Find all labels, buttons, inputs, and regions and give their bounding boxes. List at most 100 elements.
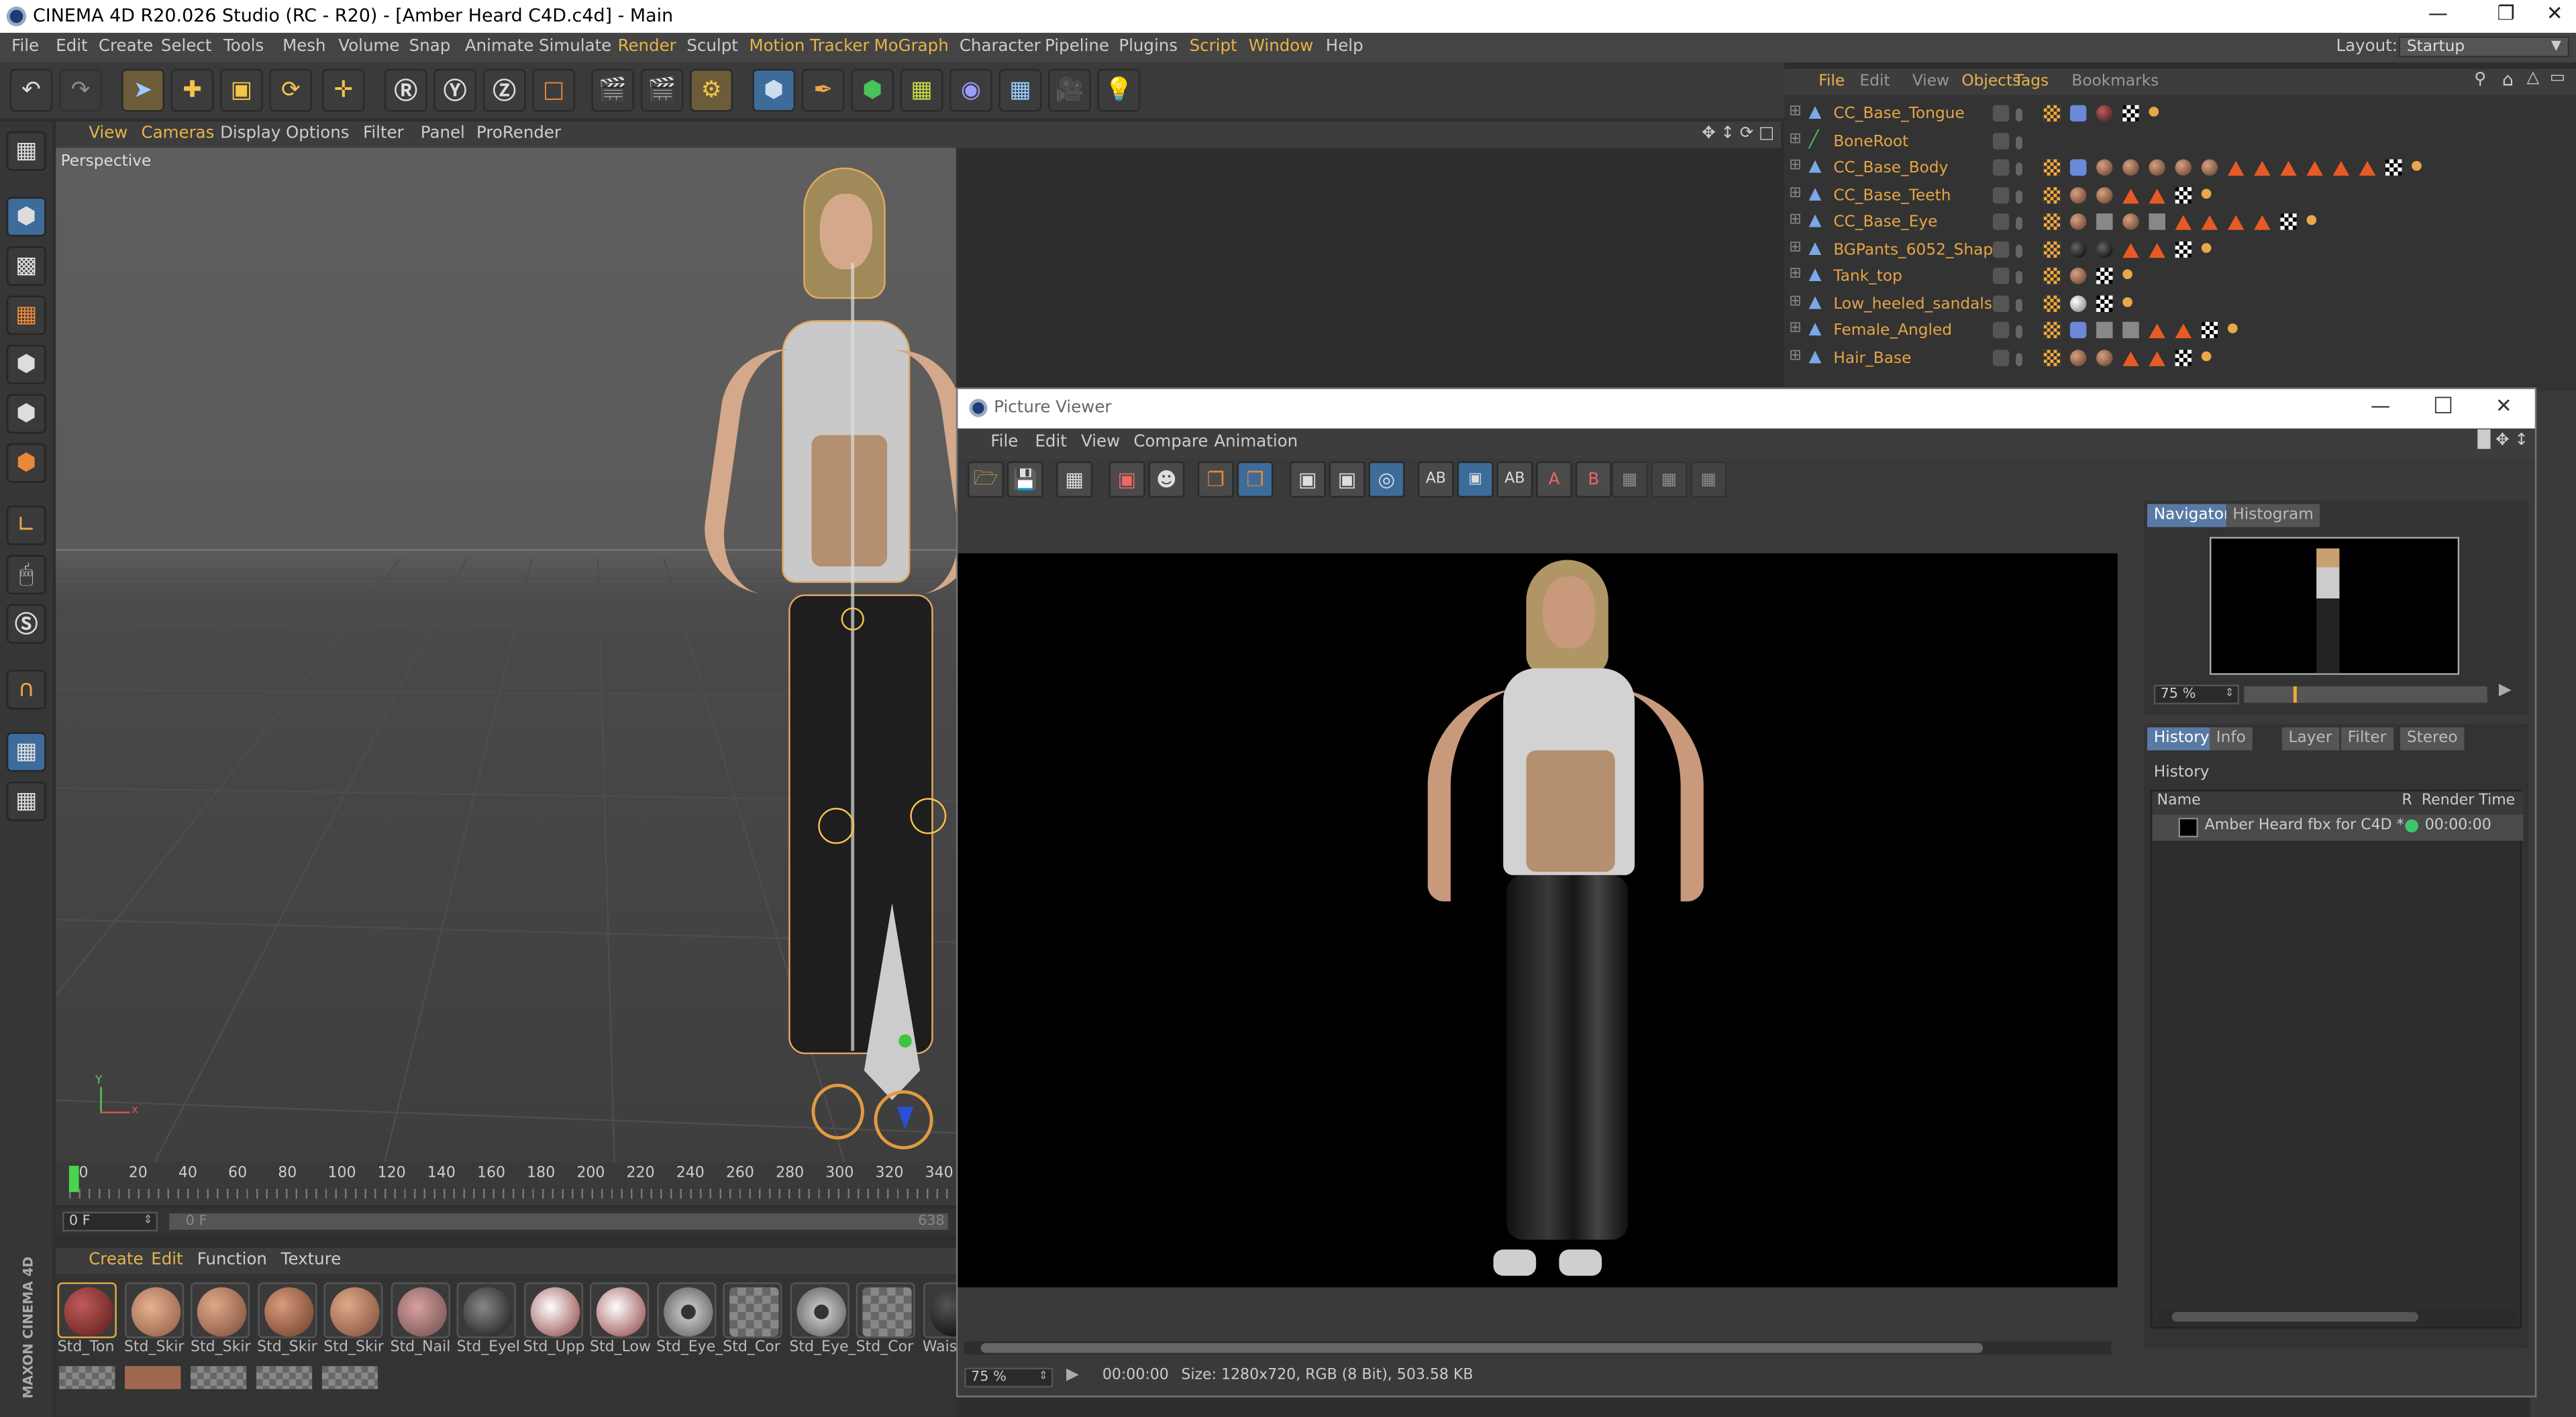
visibility-toggle-icon[interactable] xyxy=(1992,295,2010,311)
object-row[interactable]: ⊞ ▲ Low_heeled_sandals xyxy=(1784,291,2576,317)
tag-chk-icon[interactable] xyxy=(2385,159,2402,176)
col-r[interactable]: R xyxy=(2402,793,2412,809)
ab-swap-button[interactable]: AB xyxy=(1496,461,1533,498)
tag-bone-icon[interactable] xyxy=(2069,159,2087,176)
material-menu-function[interactable]: Function xyxy=(197,1251,267,1269)
pv-menu-file[interactable]: File xyxy=(990,433,1018,452)
compare-button[interactable]: ◎ xyxy=(1368,461,1405,498)
y-axis-button[interactable]: Ⓨ xyxy=(433,68,477,112)
layout-3-button[interactable]: ▦ xyxy=(1690,461,1727,498)
layout-1-button[interactable]: ▦ xyxy=(1611,461,1648,498)
tag-s2-icon[interactable] xyxy=(2069,295,2087,311)
tag-chk-icon[interactable] xyxy=(2096,267,2113,284)
array-button[interactable]: ▦ xyxy=(900,68,943,112)
visibility-toggle-icon[interactable] xyxy=(1992,321,2010,339)
tag-st-icon[interactable] xyxy=(2043,159,2061,176)
x-axis-button[interactable]: Ⓡ xyxy=(384,68,427,112)
polygons-mode-button[interactable]: ⬢ xyxy=(6,443,46,483)
restore-icon[interactable]: ❐ xyxy=(2497,1,2514,24)
object-name[interactable]: Low_heeled_sandals xyxy=(1833,295,1992,313)
search-icon[interactable]: ⚲ xyxy=(2474,70,2486,89)
expand-icon[interactable]: ⊞ xyxy=(1789,266,1801,282)
tag-warning-icon[interactable] xyxy=(2175,323,2192,339)
render-toggle-icon[interactable] xyxy=(2016,244,2022,257)
tag-warning-icon[interactable] xyxy=(2122,350,2139,366)
tag-chk-icon[interactable] xyxy=(2096,295,2113,311)
pv-nav-icons[interactable]: █ ✥ ↕ xyxy=(2478,432,2528,450)
tag-s1-icon[interactable] xyxy=(2149,159,2165,176)
object-name[interactable]: CC_Base_Body xyxy=(1833,159,1948,177)
object-name[interactable]: BGPants_6052_Shape xyxy=(1833,241,2002,259)
tag-warning-icon[interactable] xyxy=(2122,242,2139,257)
tag-dot-icon[interactable] xyxy=(2306,215,2317,225)
layout-dropdown[interactable]: Startup ▼ xyxy=(2398,36,2570,58)
expand-icon[interactable]: ⊞ xyxy=(1789,348,1801,364)
tag-chk-icon[interactable] xyxy=(2175,349,2192,366)
range-slider[interactable]: 0 F 638 xyxy=(167,1212,950,1232)
status-zoom-field[interactable]: 75 % ⇕ xyxy=(964,1367,1053,1387)
gizmo-green-handle[interactable] xyxy=(898,1034,912,1048)
copy-button[interactable]: ❐ xyxy=(1197,461,1234,498)
menu-render[interactable]: Render xyxy=(618,38,676,56)
move-tool-button[interactable]: ✚ xyxy=(170,68,214,112)
object-name[interactable]: Hair_Base xyxy=(1833,349,1911,367)
col-render-time[interactable]: Render Time xyxy=(2422,793,2515,809)
tag-s1-icon[interactable] xyxy=(2069,213,2087,230)
viewport-menu-cameras[interactable]: Cameras xyxy=(142,125,215,143)
visibility-toggle-icon[interactable] xyxy=(1992,132,2010,149)
grid-view-button[interactable]: ▦ xyxy=(1056,461,1093,498)
object-name[interactable]: BoneRoot xyxy=(1833,132,1908,150)
camera-button[interactable]: 🎥 xyxy=(1048,68,1091,112)
menu-volume[interactable]: Volume xyxy=(338,38,399,56)
tab-histogram[interactable]: Histogram xyxy=(2226,504,2320,527)
render-frame-button[interactable]: ▣ xyxy=(1289,461,1326,498)
object-row[interactable]: ⊞ ▲ Female_Angled xyxy=(1784,319,2576,345)
object-row[interactable]: ⊞ ▲ Tank_top xyxy=(1784,264,2576,291)
material-swatch[interactable] xyxy=(323,1282,383,1339)
material-swatch[interactable] xyxy=(456,1282,516,1339)
tag-warning-icon[interactable] xyxy=(2149,188,2165,203)
visibility-toggle-icon[interactable] xyxy=(1992,105,2010,122)
pv-close-icon[interactable]: ✕ xyxy=(2495,394,2512,417)
rotate-tool-button[interactable]: ⟳ xyxy=(269,68,313,112)
tag-warning-icon[interactable] xyxy=(2332,160,2350,176)
tag-st-icon[interactable] xyxy=(2043,240,2061,257)
make-editable-button[interactable]: ▦ xyxy=(6,131,46,171)
menu-window[interactable]: Window xyxy=(1249,38,1314,56)
tag-dot-icon[interactable] xyxy=(2201,188,2212,198)
viewport-menu-display[interactable]: Display xyxy=(220,125,280,143)
pv-scroll-thumb[interactable] xyxy=(980,1343,1983,1353)
points-mode-button[interactable]: ⬢ xyxy=(6,344,46,384)
expand-icon[interactable]: ⊞ xyxy=(1789,320,1801,336)
tag-s1-icon[interactable] xyxy=(2096,159,2113,176)
render-toggle-icon[interactable] xyxy=(2016,162,2022,176)
expand-icon[interactable]: ⊞ xyxy=(1789,239,1801,255)
paste-button[interactable]: ❐ xyxy=(1237,461,1274,498)
object-name[interactable]: Female_Angled xyxy=(1833,322,1952,340)
viewport-menu-prorender[interactable]: ProRender xyxy=(476,125,561,143)
tag-s1-icon[interactable] xyxy=(2096,186,2113,203)
coordinate-system-button[interactable]: □ xyxy=(532,68,575,112)
tab-stereo[interactable]: Stereo xyxy=(2400,727,2465,751)
material-swatch[interactable] xyxy=(123,1282,183,1339)
visibility-toggle-icon[interactable] xyxy=(1992,159,2010,176)
playhead[interactable] xyxy=(68,1165,79,1192)
expand-icon[interactable]: ⊞ xyxy=(1789,185,1801,201)
render-toggle-icon[interactable] xyxy=(2016,352,2022,366)
pv-menu-animation[interactable]: Animation xyxy=(1214,433,1298,452)
render-toggle-icon[interactable] xyxy=(2016,298,2022,311)
render-toggle-icon[interactable] xyxy=(2016,270,2022,284)
redo-button[interactable]: ↷ xyxy=(59,68,102,112)
tag-s1-icon[interactable] xyxy=(2201,159,2218,176)
save-image-button[interactable]: 💾 xyxy=(1007,461,1043,498)
tag-warning-icon[interactable] xyxy=(2122,188,2139,203)
material-swatch[interactable] xyxy=(856,1282,915,1339)
planar-workplane-button[interactable]: ▦ xyxy=(6,781,46,821)
expand-icon[interactable]: ⊞ xyxy=(1789,131,1801,147)
visibility-toggle-icon[interactable] xyxy=(1992,186,2010,203)
nav-up-icon[interactable]: △ xyxy=(2527,69,2540,87)
om-menu-objects[interactable]: Objects xyxy=(1961,72,2020,91)
render-toggle-icon[interactable] xyxy=(2016,135,2022,149)
tag-gr-icon[interactable] xyxy=(2096,321,2113,339)
material-swatch[interactable] xyxy=(191,1366,247,1389)
